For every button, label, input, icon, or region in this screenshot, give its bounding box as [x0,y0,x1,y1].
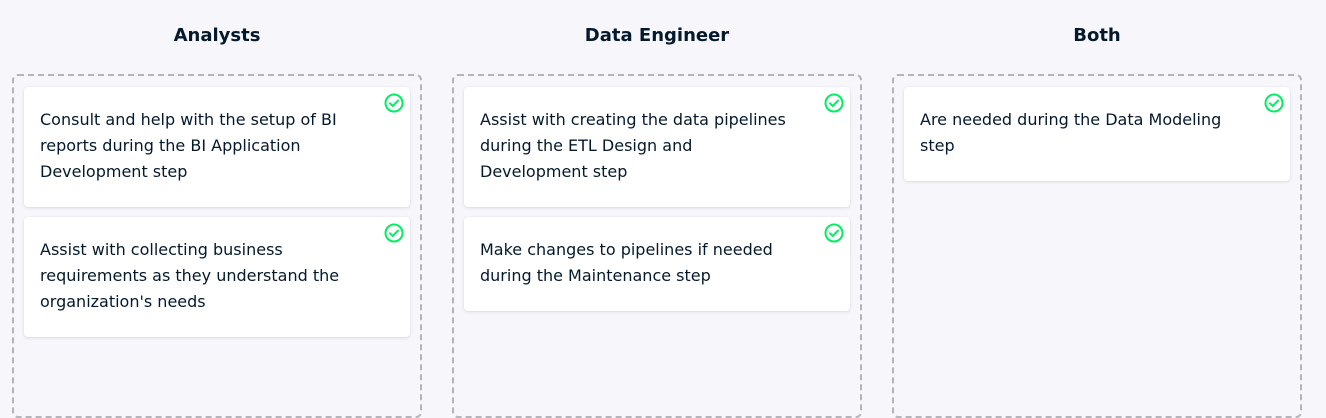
check-circle-icon [823,92,845,114]
column-title: Analysts [173,25,261,46]
draggable-card[interactable]: Make changes to pipelines if needed duri… [464,217,850,311]
card-text: Assist with creating the data pipelines … [480,110,786,181]
card-text: Assist with collecting business requirem… [40,240,340,311]
check-circle-icon [823,222,845,244]
dropzone-analysts[interactable]: Consult and help with the setup of BI re… [12,74,422,418]
check-circle-icon [383,222,405,244]
column-both: Both Are needed during the Data Modeling… [892,0,1302,418]
draggable-card[interactable]: Consult and help with the setup of BI re… [24,87,410,207]
dropzone-both[interactable]: Are needed during the Data Modeling step [892,74,1302,418]
check-circle-icon [383,92,405,114]
card-text: Make changes to pipelines if needed duri… [480,240,773,285]
card-text: Are needed during the Data Modeling step [920,110,1222,155]
draggable-card[interactable]: Are needed during the Data Modeling step [904,87,1290,181]
check-circle-icon [1263,92,1285,114]
column-title: Both [1073,25,1121,46]
draggable-card[interactable]: Assist with collecting business requirem… [24,217,410,337]
column-title: Data Engineer [584,25,730,46]
draggable-card[interactable]: Assist with creating the data pipelines … [464,87,850,207]
column-data-engineer: Data Engineer Assist with creating the d… [452,0,862,418]
card-text: Consult and help with the setup of BI re… [40,110,337,181]
column-analysts: Analysts Consult and help with the setup… [12,0,422,418]
dropzone-data-engineer[interactable]: Assist with creating the data pipelines … [452,74,862,418]
